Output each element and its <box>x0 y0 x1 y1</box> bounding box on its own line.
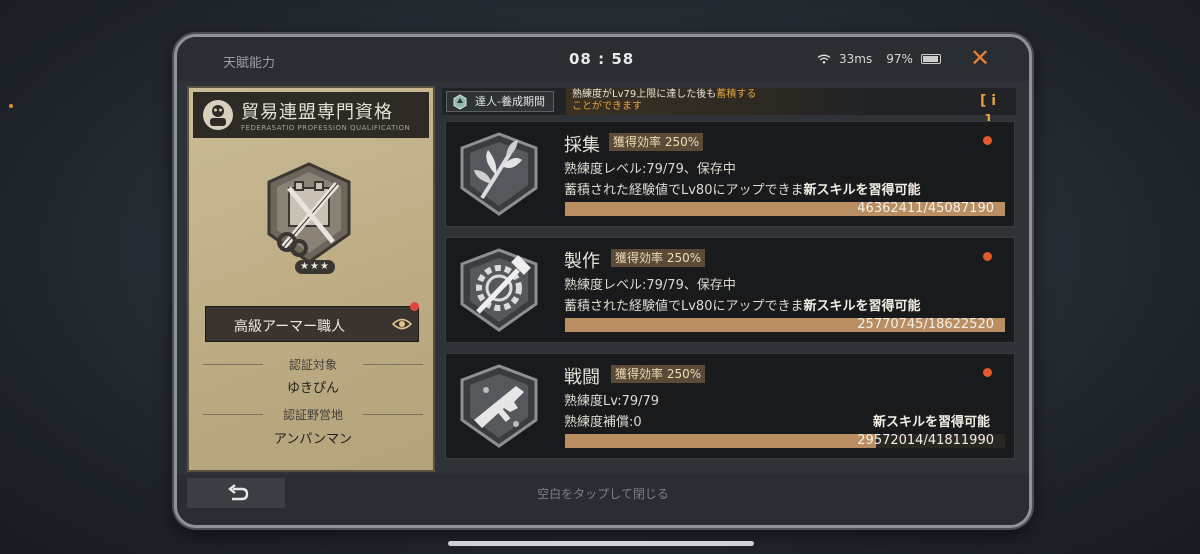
notification-dot <box>410 302 419 311</box>
close-icon[interactable]: ✕ <box>967 45 993 71</box>
skill-name: 採集 <box>564 135 600 156</box>
bottom-bar[interactable]: 空白をタップして閉じる <box>177 474 1029 525</box>
info-button[interactable]: [ i ] <box>976 91 1000 129</box>
notification-dot <box>983 252 992 261</box>
target-label: 認証対象 <box>288 358 337 372</box>
tap-to-close-hint: 空白をタップして閉じる <box>537 487 669 501</box>
progress-text: 25770745/18622520 <box>857 317 994 332</box>
period-tag: 達人-養成期間 <box>446 91 554 112</box>
hexagon-gem-icon <box>453 94 467 110</box>
efficiency-badge: 獲得効率 250% <box>609 133 704 151</box>
rank-stars: ★★★ <box>295 260 335 274</box>
certificate-subtitle: FEDERASATIO PROFESSION QUALIFICATION <box>241 124 411 132</box>
efficiency-badge: 獲得効率 250% <box>611 365 706 383</box>
skill-level-text: 熟練度Lv:79/79 <box>564 394 660 409</box>
skill-note-text: 蓄積された経験値でLv80にアップできま新スキルを習得可能 <box>564 295 921 314</box>
info-msg-part2: ことができます <box>572 101 642 112</box>
battery-text: 97% <box>886 52 913 66</box>
federation-logo-icon <box>203 100 233 130</box>
gear-hammer-shield-icon <box>460 248 538 332</box>
period-tag-label: 達人-養成期間 <box>475 95 545 108</box>
skill-note-prefix: 蓄積された経験値でLv80にアップできま <box>564 183 804 198</box>
new-skill-text: 新スキルを習得可能 <box>872 415 990 430</box>
rank-label: 高級アーマー職人 <box>234 319 346 335</box>
background-dot <box>9 104 13 108</box>
efficiency-badge: 獲得効率 250% <box>611 249 706 267</box>
notification-dot <box>983 368 992 377</box>
clock: 08 : 58 <box>569 50 635 68</box>
notification-dot <box>983 136 992 145</box>
new-skill-text: 新スキルを習得可能 <box>803 299 921 314</box>
eye-icon[interactable] <box>392 316 412 332</box>
talent-window: 天賦能力 08 : 58 33ms 97% ✕ 貿易連盟専門資格 FEDERAS… <box>174 34 1032 528</box>
herb-shield-icon <box>460 132 538 216</box>
window-title: 天賦能力 <box>223 56 276 71</box>
gun-shield-icon <box>460 364 538 448</box>
info-msg-part1: 熟練度がLv79上限に達した後も <box>572 89 717 100</box>
certificate-header: 貿易連盟専門資格 FEDERASATIO PROFESSION QUALIFIC… <box>193 92 429 138</box>
skill-name: 戦闘 <box>564 367 600 388</box>
home-indicator[interactable] <box>448 541 754 546</box>
camp-value: アンパンマン <box>273 432 353 447</box>
status-area: 33ms 97% <box>817 52 941 66</box>
info-message: 熟練度がLv79上限に達した後も蓄積する ことができます <box>566 88 866 115</box>
skill-card-gathering[interactable]: 採集 獲得効率 250% 熟練度レベル:79/79、保存中 蓄積された経験値でL… <box>445 121 1015 227</box>
info-msg-highlight: 蓄積する <box>716 89 757 100</box>
skill-name: 製作 <box>564 251 600 272</box>
certificate-panel: 貿易連盟専門資格 FEDERASATIO PROFESSION QUALIFIC… <box>187 86 435 472</box>
info-bar: 達人-養成期間 熟練度がLv79上限に達した後も蓄積する ことができます [ i… <box>442 88 1016 129</box>
skill-note-text: 蓄積された経験値でLv80にアップできま新スキルを習得可能 <box>564 179 921 198</box>
skill-level-text: 熟練度レベル:79/79、保存中 <box>564 162 736 177</box>
ping-text: 33ms <box>839 52 873 66</box>
progress-text: 46362411/45087190 <box>857 201 994 216</box>
battery-icon <box>920 54 941 64</box>
target-value: ゆきぴん <box>286 381 339 396</box>
skill-card-combat[interactable]: 戦闘 獲得効率 250% 熟練度Lv:79/79 熟練度補償:0 新スキルを習得… <box>445 353 1015 459</box>
wifi-icon <box>817 54 831 64</box>
progress-fill <box>565 434 877 448</box>
new-skill-text: 新スキルを習得可能 <box>803 183 921 198</box>
certificate-title: 貿易連盟専門資格 <box>241 102 393 123</box>
skill-level-text: 熟練度レベル:79/79、保存中 <box>564 278 736 293</box>
skill-compensation-text: 熟練度補償:0 <box>564 415 642 430</box>
top-bar: 天賦能力 08 : 58 33ms 97% ✕ <box>177 37 1029 81</box>
camp-label: 認証野営地 <box>282 408 343 422</box>
skill-card-crafting[interactable]: 製作 獲得効率 250% 熟練度レベル:79/79、保存中 蓄積された経験値でL… <box>445 237 1015 343</box>
progress-text: 29572014/41811990 <box>857 433 994 448</box>
skill-note-prefix: 蓄積された経験値でLv80にアップできま <box>564 299 804 314</box>
rank-title-button[interactable]: 高級アーマー職人 <box>205 306 419 342</box>
